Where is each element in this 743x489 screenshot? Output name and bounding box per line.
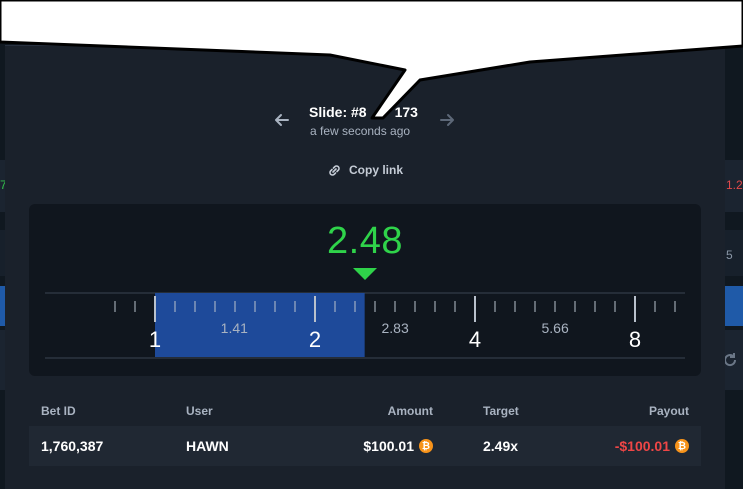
table-row[interactable]: 1,760,387 HAWN $100.01 ₿ 2.49x -$100.01 … <box>29 426 701 466</box>
column-header-target: Target <box>483 404 519 418</box>
multiplier-scale: 1 1.41 2 2.83 4 5.66 8 <box>45 292 685 359</box>
slide-title: Slide: #8 173 <box>300 104 430 120</box>
column-header-payout: Payout <box>648 404 689 418</box>
background-edge-text: 5 <box>726 248 733 262</box>
user-cell[interactable]: HAWN <box>186 426 229 466</box>
copy-link-label: Copy link <box>349 163 404 177</box>
background-edge-text: 1.2 <box>726 178 743 192</box>
arrow-left-icon[interactable] <box>273 111 291 129</box>
column-header-amount: Amount <box>387 404 433 418</box>
link-icon <box>329 164 340 176</box>
scale-label: 8 <box>629 327 641 352</box>
copy-link-button[interactable]: Copy link <box>326 161 403 179</box>
slide-title-prefix: Slide: #8 <box>309 104 367 120</box>
result-panel: 2.48 1 1.41 2 2.83 4 5.66 8 <box>29 204 701 376</box>
payout-value: -$100.01 <box>614 438 670 454</box>
slide-navigation: Slide: #8 173 a few seconds ago <box>0 104 743 144</box>
scale-label: 1.41 <box>221 320 248 336</box>
scale-label: 4 <box>469 327 481 352</box>
arrow-right-icon[interactable] <box>438 111 456 129</box>
bets-table-header: Bet ID User Amount Target Payout <box>29 402 701 420</box>
bet-id-cell[interactable]: 1,760,387 <box>41 426 103 466</box>
scale-label: 2.83 <box>382 320 409 336</box>
amount-value: $100.01 <box>363 438 414 454</box>
bitcoin-icon: ₿ <box>675 439 689 453</box>
column-header-user: User <box>186 404 213 418</box>
column-header-bet-id: Bet ID <box>41 404 76 418</box>
scale-label: 5.66 <box>542 320 569 336</box>
slide-timestamp: a few seconds ago <box>310 124 411 138</box>
scale-label: 2 <box>309 327 321 352</box>
bitcoin-icon: ₿ <box>419 439 433 453</box>
result-range-bar <box>155 293 365 357</box>
scale-label: 1 <box>149 327 161 352</box>
slide-title-suffix: 173 <box>394 104 418 120</box>
amount-cell: $100.01 ₿ <box>363 426 433 466</box>
payout-cell: -$100.01 ₿ <box>615 426 689 466</box>
target-cell: 2.49x <box>483 438 519 454</box>
